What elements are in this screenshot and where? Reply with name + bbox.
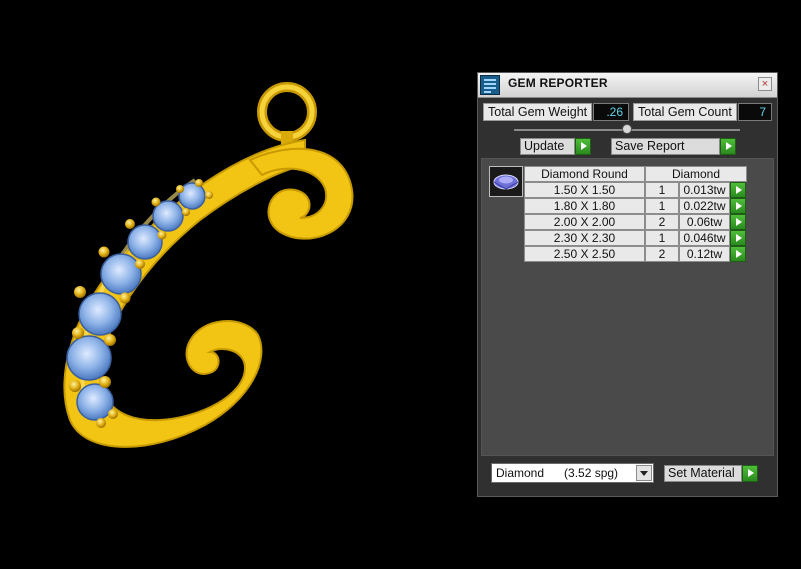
play-arrow-icon[interactable] [730,182,746,198]
total-gem-weight-label: Total Gem Weight [483,103,592,121]
play-arrow-icon[interactable] [730,214,746,230]
row-weight: 0.022tw [679,198,730,214]
row-weight: 0.013tw [679,182,730,198]
row-count: 1 [645,198,679,214]
total-gem-count-value: 7 [738,103,772,121]
play-arrow-icon[interactable] [575,138,591,155]
total-gem-count-label: Total Gem Count [633,103,737,121]
set-material-button[interactable]: Set Material [664,465,759,482]
row-size: 2.00 X 2.00 [524,214,645,230]
pendant-model [63,82,354,448]
row-count: 2 [645,246,679,262]
row-weight: 0.046tw [679,230,730,246]
column-header-shape: Diamond Round [524,166,645,182]
play-arrow-icon[interactable] [730,246,746,262]
play-arrow-icon[interactable] [730,198,746,214]
gem-reporter-panel: GEM REPORTER × Total Gem Weight .26 Tota… [477,72,778,497]
save-report-button[interactable]: Save Report [611,138,737,155]
play-arrow-icon[interactable] [720,138,736,155]
chevron-down-icon[interactable] [636,465,652,481]
save-report-button-label: Save Report [611,138,720,155]
3d-viewport[interactable] [0,0,470,564]
set-material-button-label: Set Material [664,465,742,482]
update-button[interactable]: Update [520,138,592,155]
row-size: 2.50 X 2.50 [524,246,645,262]
close-icon[interactable]: × [758,77,772,91]
row-weight: 0.06tw [679,214,730,230]
panel-title: GEM REPORTER [508,76,608,90]
material-select[interactable]: Diamond (3.52 spg) [491,463,654,483]
total-gem-weight-value: .26 [593,103,629,121]
row-count: 1 [645,230,679,246]
play-arrow-icon[interactable] [742,465,758,482]
row-size: 1.80 X 1.80 [524,198,645,214]
row-size: 2.30 X 2.30 [524,230,645,246]
play-arrow-icon[interactable] [730,230,746,246]
gem-report-list[interactable]: Diamond Round Diamond 1.50 X 1.50 1 0.01… [481,158,774,456]
round-diamond-icon[interactable] [489,166,523,197]
gem-reporter-app-icon [480,75,500,95]
row-count: 1 [645,182,679,198]
panel-slider-knob[interactable] [622,124,632,134]
material-select-value: Diamond (3.52 spg) [496,466,619,480]
row-weight: 0.12tw [679,246,730,262]
row-count: 2 [645,214,679,230]
update-button-label: Update [520,138,575,155]
column-header-material: Diamond [645,166,747,182]
row-size: 1.50 X 1.50 [524,182,645,198]
bail-ring [257,82,317,145]
panel-titlebar[interactable]: GEM REPORTER × [478,73,777,98]
